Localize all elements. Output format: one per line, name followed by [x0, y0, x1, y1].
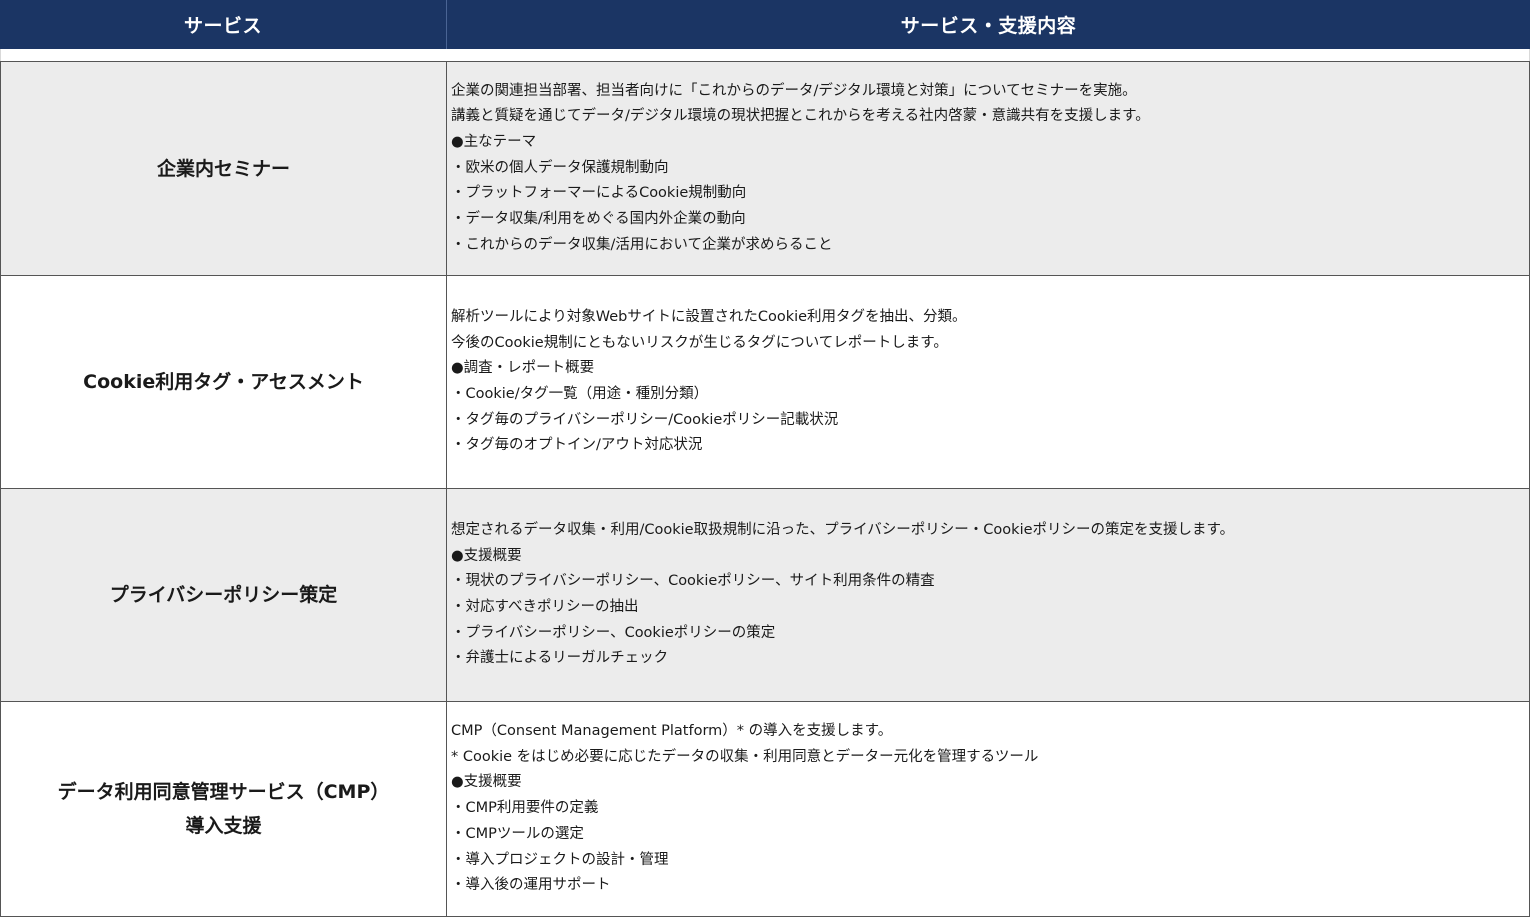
service-content: 想定されるデータ収集・利用/Cookie取扱規制に沿った、プライバシーポリシー・…: [447, 489, 1529, 701]
service-name-line: 企業内セミナー: [156, 157, 290, 180]
content-line: ●主なテーマ: [451, 133, 537, 150]
content-line: CMP（Consent Management Platform）* の導入を支援…: [451, 723, 893, 740]
service-name-line: プライバシーポリシー策定: [109, 584, 338, 606]
service-content: CMP（Consent Management Platform）* の導入を支援…: [447, 702, 1529, 916]
content-line: ・プライバシーポリシー、Cookieポリシーの策定: [451, 624, 776, 641]
content-line: ・タグ毎のプライバシーポリシー/Cookieポリシー記載状況: [451, 411, 839, 428]
service-name: Cookie利用タグ・アセスメント: [1, 276, 447, 488]
content-line: 解析ツールにより対象Webサイトに設置されたCookie利用タグを抽出、分類。: [451, 308, 967, 325]
content-line: ●調査・レポート概要: [451, 360, 595, 377]
service-name: データ利用同意管理サービス（CMP） 導入支援: [1, 702, 447, 916]
service-name: 企業内セミナー: [1, 62, 447, 275]
header-service: サービス: [0, 0, 447, 49]
content-line: 講義と質疑を通じてデータ/デジタル環境の現状把握とこれからを考える社内啓蒙・意識…: [451, 108, 1150, 125]
content-line: ●支援概要: [451, 774, 522, 791]
content-line: ・プラットフォーマーによるCookie規制動向: [451, 185, 747, 202]
content-line: ・弁護士によるリーガルチェック: [451, 650, 669, 667]
service-table: 企業内セミナー 企業の関連担当部署、担当者向けに「これからのデータ/デジタル環境…: [0, 61, 1530, 917]
table-row: 企業内セミナー 企業の関連担当部署、担当者向けに「これからのデータ/デジタル環境…: [1, 62, 1529, 275]
service-name-line: Cookie利用タグ・アセスメント: [83, 371, 364, 393]
service-name-line: 導入支援: [185, 815, 262, 837]
content-line: ・CMP利用要件の定義: [451, 800, 599, 817]
content-line: 企業の関連担当部署、担当者向けに「これからのデータ/デジタル環境と対策」について…: [451, 82, 1137, 99]
content-line: ・対応すべきポリシーの抽出: [451, 599, 639, 615]
content-line: ・導入プロジェクトの設計・管理: [451, 851, 669, 868]
content-line: ・現状のプライバシーポリシー、Cookieポリシー、サイト利用条件の精査: [451, 573, 935, 590]
service-name-line: データ利用同意管理サービス（CMP）: [57, 781, 390, 803]
content-line: ・導入後の運用サポート: [451, 877, 611, 894]
service-name: プライバシーポリシー策定: [1, 489, 447, 701]
table-row: プライバシーポリシー策定 想定されるデータ収集・利用/Cookie取扱規制に沿っ…: [1, 488, 1529, 701]
page-edge: [1530, 0, 1536, 921]
content-line: ・欧米の個人データ保護規制動向: [451, 159, 669, 176]
service-content: 解析ツールにより対象Webサイトに設置されたCookie利用タグを抽出、分類。 …: [447, 276, 1529, 488]
content-line: 想定されるデータ収集・利用/Cookie取扱規制に沿った、プライバシーポリシー・…: [451, 521, 1235, 538]
content-line: ●支援概要: [451, 547, 522, 564]
service-table-frame: サービス サービス・支援内容 企業内セミナー 企業の関連担当部署、担当者向けに「…: [0, 0, 1530, 917]
content-line: ・これからのデータ収集/活用において企業が求めらること: [451, 236, 833, 253]
content-line: ・データ収集/利用をめぐる国内外企業の動向: [451, 211, 746, 228]
service-content: 企業の関連担当部署、担当者向けに「これからのデータ/デジタル環境と対策」について…: [447, 62, 1529, 275]
content-line: ・Cookie/タグ一覧（用途・種別分類）: [451, 386, 709, 402]
table-row: Cookie利用タグ・アセスメント 解析ツールにより対象Webサイトに設置された…: [1, 275, 1529, 488]
content-line: * Cookie をはじめ必要に応じたデータの収集・利用同意とデーター元化を管理…: [451, 748, 1039, 765]
content-line: 今後のCookie規制にともないリスクが生じるタグについてレポートします。: [451, 334, 948, 351]
header-content: サービス・支援内容: [900, 15, 1077, 37]
content-line: ・タグ毎のオプトイン/アウト対応状況: [451, 437, 703, 454]
content-line: ・CMPツールの選定: [451, 825, 584, 842]
table-row: データ利用同意管理サービス（CMP） 導入支援 CMP（Consent Mana…: [1, 701, 1529, 916]
header-spacer: [0, 49, 1530, 61]
table-header: サービス サービス・支援内容: [0, 0, 1530, 49]
